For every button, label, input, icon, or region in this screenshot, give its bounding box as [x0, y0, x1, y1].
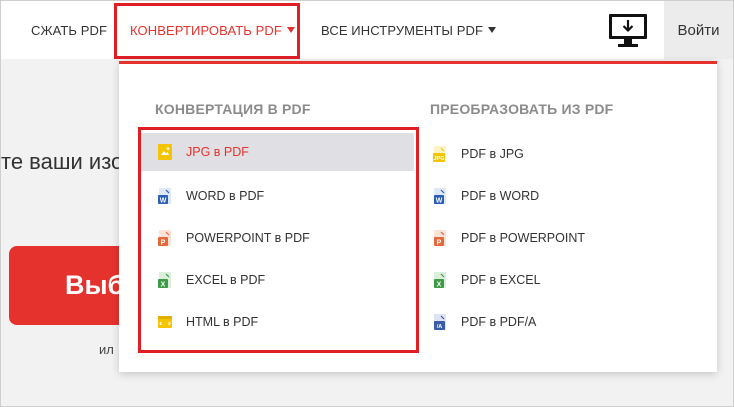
menu-item-label: PDF в WORD	[461, 189, 540, 203]
menu-item-powerpoint-to-pdf[interactable]: P POWERPOINT в PDF	[140, 219, 414, 257]
menu-item-pdf-to-jpg[interactable]: JPG PDF в JPG	[415, 135, 689, 173]
convert-to-pdf-title: КОНВЕРТАЦИЯ В PDF	[155, 101, 311, 117]
caret-down-icon	[488, 27, 497, 33]
svg-text:P: P	[437, 239, 442, 246]
desktop-download-icon	[609, 14, 647, 47]
menu-item-label: PDF в POWERPOINT	[461, 231, 586, 245]
jpg-to-pdf-icon	[158, 144, 172, 160]
menu-item-label: PDF в PDF/A	[461, 315, 537, 329]
nav-all-tools[interactable]: ВСЕ ИНСТРУМЕНТЫ PDF	[321, 1, 497, 59]
svg-text:W: W	[160, 197, 167, 204]
svg-text:JPG: JPG	[433, 156, 444, 162]
nav-convert-pdf[interactable]: КОНВЕРТИРОВАТЬ PDF	[130, 1, 295, 59]
html-to-pdf-icon	[158, 316, 172, 328]
menu-item-html-to-pdf[interactable]: HTML в PDF	[140, 303, 414, 341]
svg-text:X: X	[161, 281, 166, 288]
pdf-to-powerpoint-icon: P	[434, 230, 446, 246]
menu-item-label: PDF в EXCEL	[461, 273, 541, 287]
page-headline-fragment: те ваши изо	[1, 149, 124, 174]
menu-item-pdf-to-word[interactable]: W PDF в WORD	[415, 177, 689, 215]
menu-item-pdf-to-powerpoint[interactable]: P PDF в POWERPOINT	[415, 219, 689, 257]
svg-text:X: X	[437, 281, 442, 288]
caret-down-icon	[286, 27, 295, 33]
nav-all-tools-label: ВСЕ ИНСТРУМЕНТЫ PDF	[321, 22, 484, 38]
menu-item-label: HTML в PDF	[186, 315, 259, 329]
powerpoint-to-pdf-icon: P	[158, 230, 171, 246]
menu-item-label: POWERPOINT в PDF	[186, 231, 310, 245]
top-navigation: СЖАТЬ PDF КОНВЕРТИРОВАТЬ PDF ВСЕ ИНСТРУМ…	[1, 1, 733, 59]
nav-compress-label: СЖАТЬ PDF	[31, 22, 108, 38]
convert-from-pdf-title: ПРЕОБРАЗОВАТЬ ИЗ PDF	[430, 101, 614, 117]
svg-text:P: P	[161, 239, 166, 246]
convert-dropdown-menu: КОНВЕРТАЦИЯ В PDF ПРЕОБРАЗОВАТЬ ИЗ PDF J…	[119, 61, 717, 372]
dropdown-accent-bar	[119, 61, 717, 64]
excel-to-pdf-icon: X	[158, 272, 171, 288]
menu-item-label: WORD в PDF	[186, 189, 265, 203]
pdf-to-excel-icon: X	[434, 272, 446, 288]
page-small-text-fragment: ил	[99, 342, 114, 357]
nav-compress-pdf[interactable]: СЖАТЬ PDF	[31, 1, 107, 59]
svg-text:/A: /A	[437, 324, 443, 330]
menu-item-word-to-pdf[interactable]: W WORD в PDF	[140, 177, 414, 215]
login-button[interactable]: Войти	[664, 1, 733, 59]
pdf-to-jpg-icon: JPG	[433, 146, 446, 162]
select-files-label: Выб	[65, 270, 125, 300]
menu-item-jpg-to-pdf[interactable]: JPG в PDF	[140, 133, 414, 171]
menu-item-pdf-to-excel[interactable]: X PDF в EXCEL	[415, 261, 689, 299]
menu-item-label: PDF в JPG	[461, 147, 524, 161]
desktop-download-button[interactable]	[607, 13, 649, 49]
pdf-to-pdfa-icon: /A	[434, 314, 446, 330]
login-label: Войти	[677, 21, 720, 39]
menu-item-pdf-to-pdfa[interactable]: /A PDF в PDF/A	[415, 303, 689, 341]
menu-item-label: JPG в PDF	[186, 145, 249, 159]
menu-item-excel-to-pdf[interactable]: X EXCEL в PDF	[140, 261, 414, 299]
menu-item-label: EXCEL в PDF	[186, 273, 266, 287]
pdf-to-word-icon: W	[434, 188, 446, 204]
nav-convert-label: КОНВЕРТИРОВАТЬ PDF	[130, 22, 282, 38]
word-to-pdf-icon: W	[158, 188, 171, 204]
svg-text:W: W	[436, 197, 443, 204]
